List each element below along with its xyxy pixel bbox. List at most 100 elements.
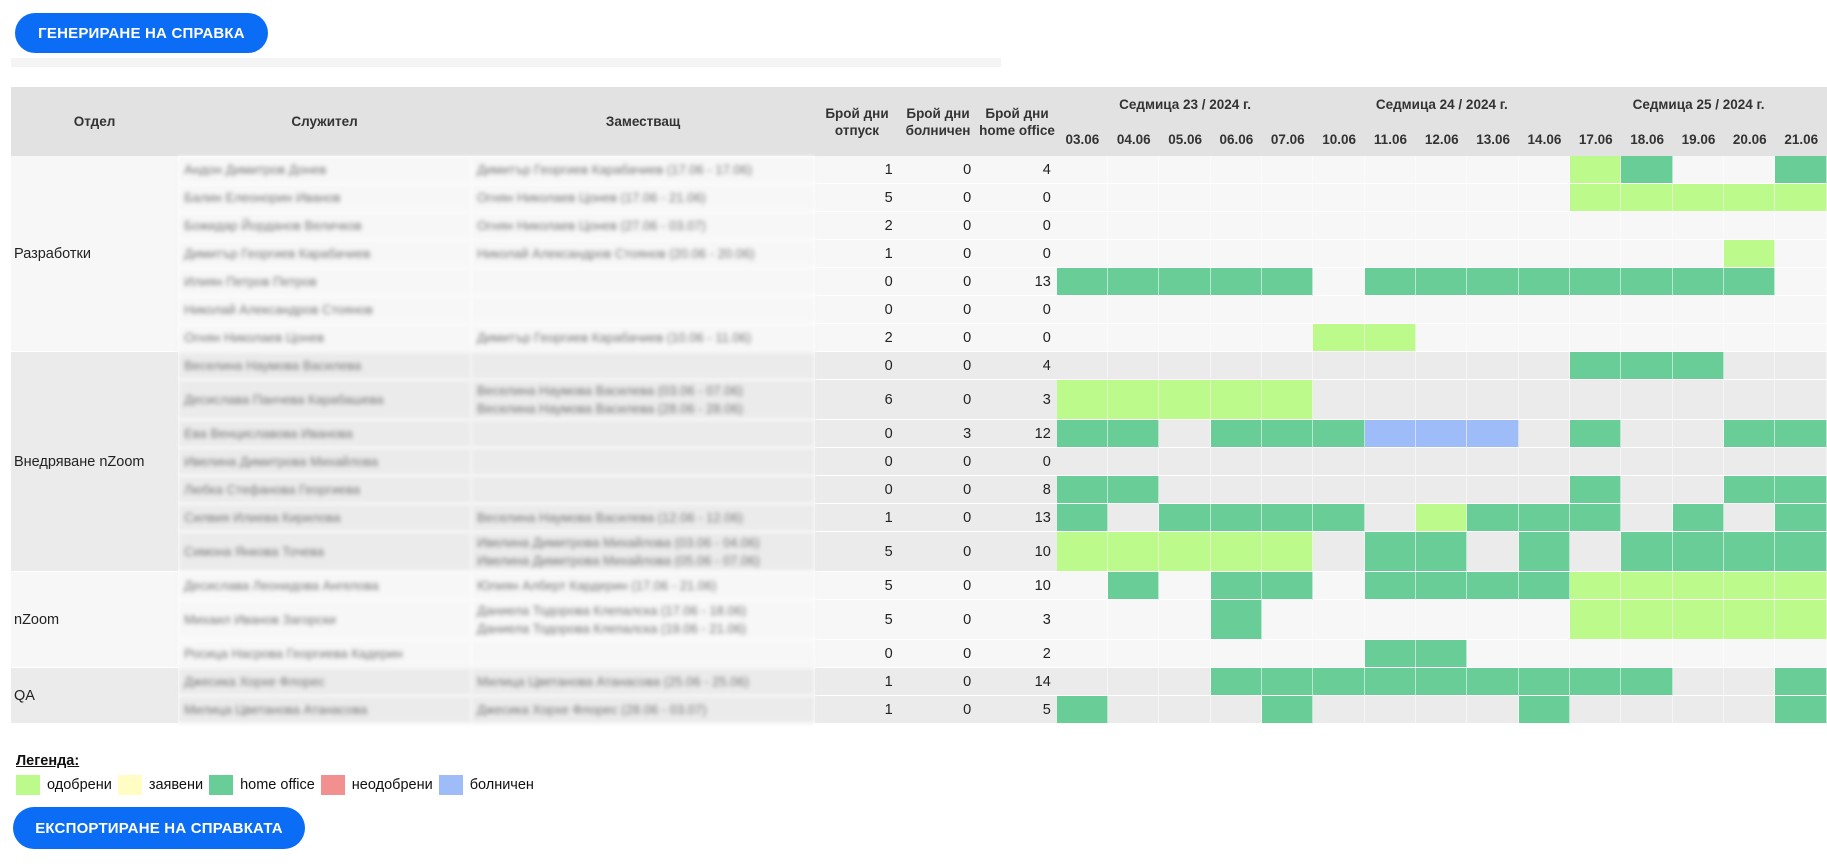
day-cell <box>1775 352 1827 380</box>
sick-count: 0 <box>898 324 978 352</box>
vac-count: 2 <box>815 212 899 240</box>
day-cell <box>1467 240 1519 268</box>
table-row: Илиян Петров Петров 0 0 13 <box>11 268 1827 296</box>
day-cell <box>1467 532 1519 572</box>
day-cell <box>1108 212 1160 240</box>
sick-count: 0 <box>898 296 978 324</box>
day-cell <box>1724 420 1776 448</box>
day-cell <box>1621 600 1673 640</box>
day-cell <box>1621 504 1673 532</box>
ho-count: 0 <box>977 448 1057 476</box>
day-cell <box>1416 296 1468 324</box>
sick-count: 0 <box>898 240 978 268</box>
day-cell <box>1210 696 1263 724</box>
day-cell <box>1262 296 1314 324</box>
day-cell <box>1159 668 1211 696</box>
day-cell <box>1313 668 1365 696</box>
table-row: Огнян Николаев Цонев Димитър Георгиев Кар… <box>11 324 1827 352</box>
employee-name: Силвия Илиева Кирилова <box>178 504 471 532</box>
header-vacation-days: Брой дни отпуск <box>815 87 899 156</box>
ho-count: 10 <box>977 572 1057 600</box>
report-table: Отдел Служител Заместващ Брой дни отпуск… <box>11 87 1827 724</box>
day-cell <box>1262 696 1314 724</box>
legend-swatch <box>320 775 345 795</box>
day-cell <box>1108 156 1160 184</box>
day-cell <box>1364 352 1417 380</box>
day-cell <box>1416 476 1468 504</box>
day-cell <box>1621 668 1673 696</box>
day-cell <box>1621 640 1673 668</box>
day-cell <box>1775 696 1827 724</box>
day-cell <box>1724 324 1776 352</box>
day-cell <box>1056 448 1109 476</box>
day-cell <box>1570 184 1622 212</box>
day-cell <box>1467 352 1519 380</box>
day-cell <box>1262 532 1314 572</box>
header-day: 12.06 <box>1416 122 1468 156</box>
day-cell <box>1364 448 1417 476</box>
sick-count: 0 <box>898 156 978 184</box>
day-cell <box>1621 572 1673 600</box>
employee-name: Андон Димитров Донев <box>178 156 471 184</box>
day-cell <box>1570 324 1622 352</box>
day-cell <box>1262 380 1314 420</box>
vac-count: 2 <box>815 324 899 352</box>
day-cell <box>1210 240 1263 268</box>
day-cell <box>1570 532 1622 572</box>
day-cell <box>1724 532 1776 572</box>
day-cell <box>1416 184 1468 212</box>
header-day: 20.06 <box>1724 122 1776 156</box>
day-cell <box>1570 476 1622 504</box>
day-cell <box>1210 324 1263 352</box>
header-day: 10.06 <box>1313 122 1365 156</box>
day-cell <box>1518 532 1571 572</box>
day-cell <box>1518 212 1571 240</box>
day-cell <box>1210 640 1263 668</box>
vac-count: 1 <box>815 668 899 696</box>
sick-count: 0 <box>898 380 978 420</box>
day-cell <box>1364 668 1417 696</box>
header-employee: Служител <box>178 87 471 156</box>
day-cell <box>1108 448 1160 476</box>
table-row: Николай Александров Стоянов 0 0 0 <box>11 296 1827 324</box>
day-cell <box>1724 448 1776 476</box>
day-cell <box>1416 420 1468 448</box>
substitute-line: Димитър Георгиев Карабачиев (10.06 - 11.… <box>476 329 752 345</box>
day-cell <box>1108 268 1160 296</box>
day-cell <box>1313 352 1365 380</box>
day-cell <box>1724 640 1776 668</box>
table-row: Внедряване nZoom Веселина Наумова Василев… <box>11 352 1827 572</box>
substitute: Огнян Николаев Цонев (17.06 - 21.06) <box>470 184 816 212</box>
header-home-office-days: Брой дни home office <box>977 87 1057 156</box>
day-cell <box>1159 240 1211 268</box>
substitute: Джесика Хорхе Флорес (28.06 - 03.07) <box>470 696 816 724</box>
header-day: 21.06 <box>1775 122 1827 156</box>
day-cell <box>1672 240 1725 268</box>
legend-swatch <box>16 775 40 795</box>
day-cell <box>1056 212 1109 240</box>
generate-report-button[interactable]: ГЕНЕРИРАНЕ НА СПРАВКА <box>15 13 268 53</box>
ho-count: 2 <box>977 640 1057 668</box>
ho-count: 13 <box>977 504 1057 532</box>
substitute: Веселина Наумова Василева (03.06 - 07.06… <box>470 380 816 420</box>
day-cell <box>1672 352 1725 380</box>
day-cell <box>1416 572 1468 600</box>
substitute-line: Веселина Наумова Василева (03.06 - 07.06… <box>476 382 744 398</box>
day-cell <box>1467 600 1519 640</box>
substitute: Николай Александров Стоянов (20.06 - 20.… <box>470 240 816 268</box>
day-cell <box>1518 668 1571 696</box>
employee-name: Десислава Леонидова Ангелова <box>178 572 471 600</box>
header-day: 13.06 <box>1467 122 1519 156</box>
day-cell <box>1159 352 1211 380</box>
vac-count: 1 <box>815 504 899 532</box>
sick-count: 0 <box>898 696 978 724</box>
legend-title: Легенда: <box>16 753 80 769</box>
day-cell <box>1364 600 1417 640</box>
day-cell <box>1775 476 1827 504</box>
legend-item: болничен <box>438 775 534 795</box>
day-cell <box>1108 420 1160 448</box>
sick-count: 3 <box>898 420 978 448</box>
employee-name: Николай Александров Стоянов <box>178 296 471 324</box>
export-report-button[interactable]: ЕКСПОРТИРАНЕ НА СПРАВКАТА <box>13 807 305 849</box>
day-cell <box>1108 600 1160 640</box>
